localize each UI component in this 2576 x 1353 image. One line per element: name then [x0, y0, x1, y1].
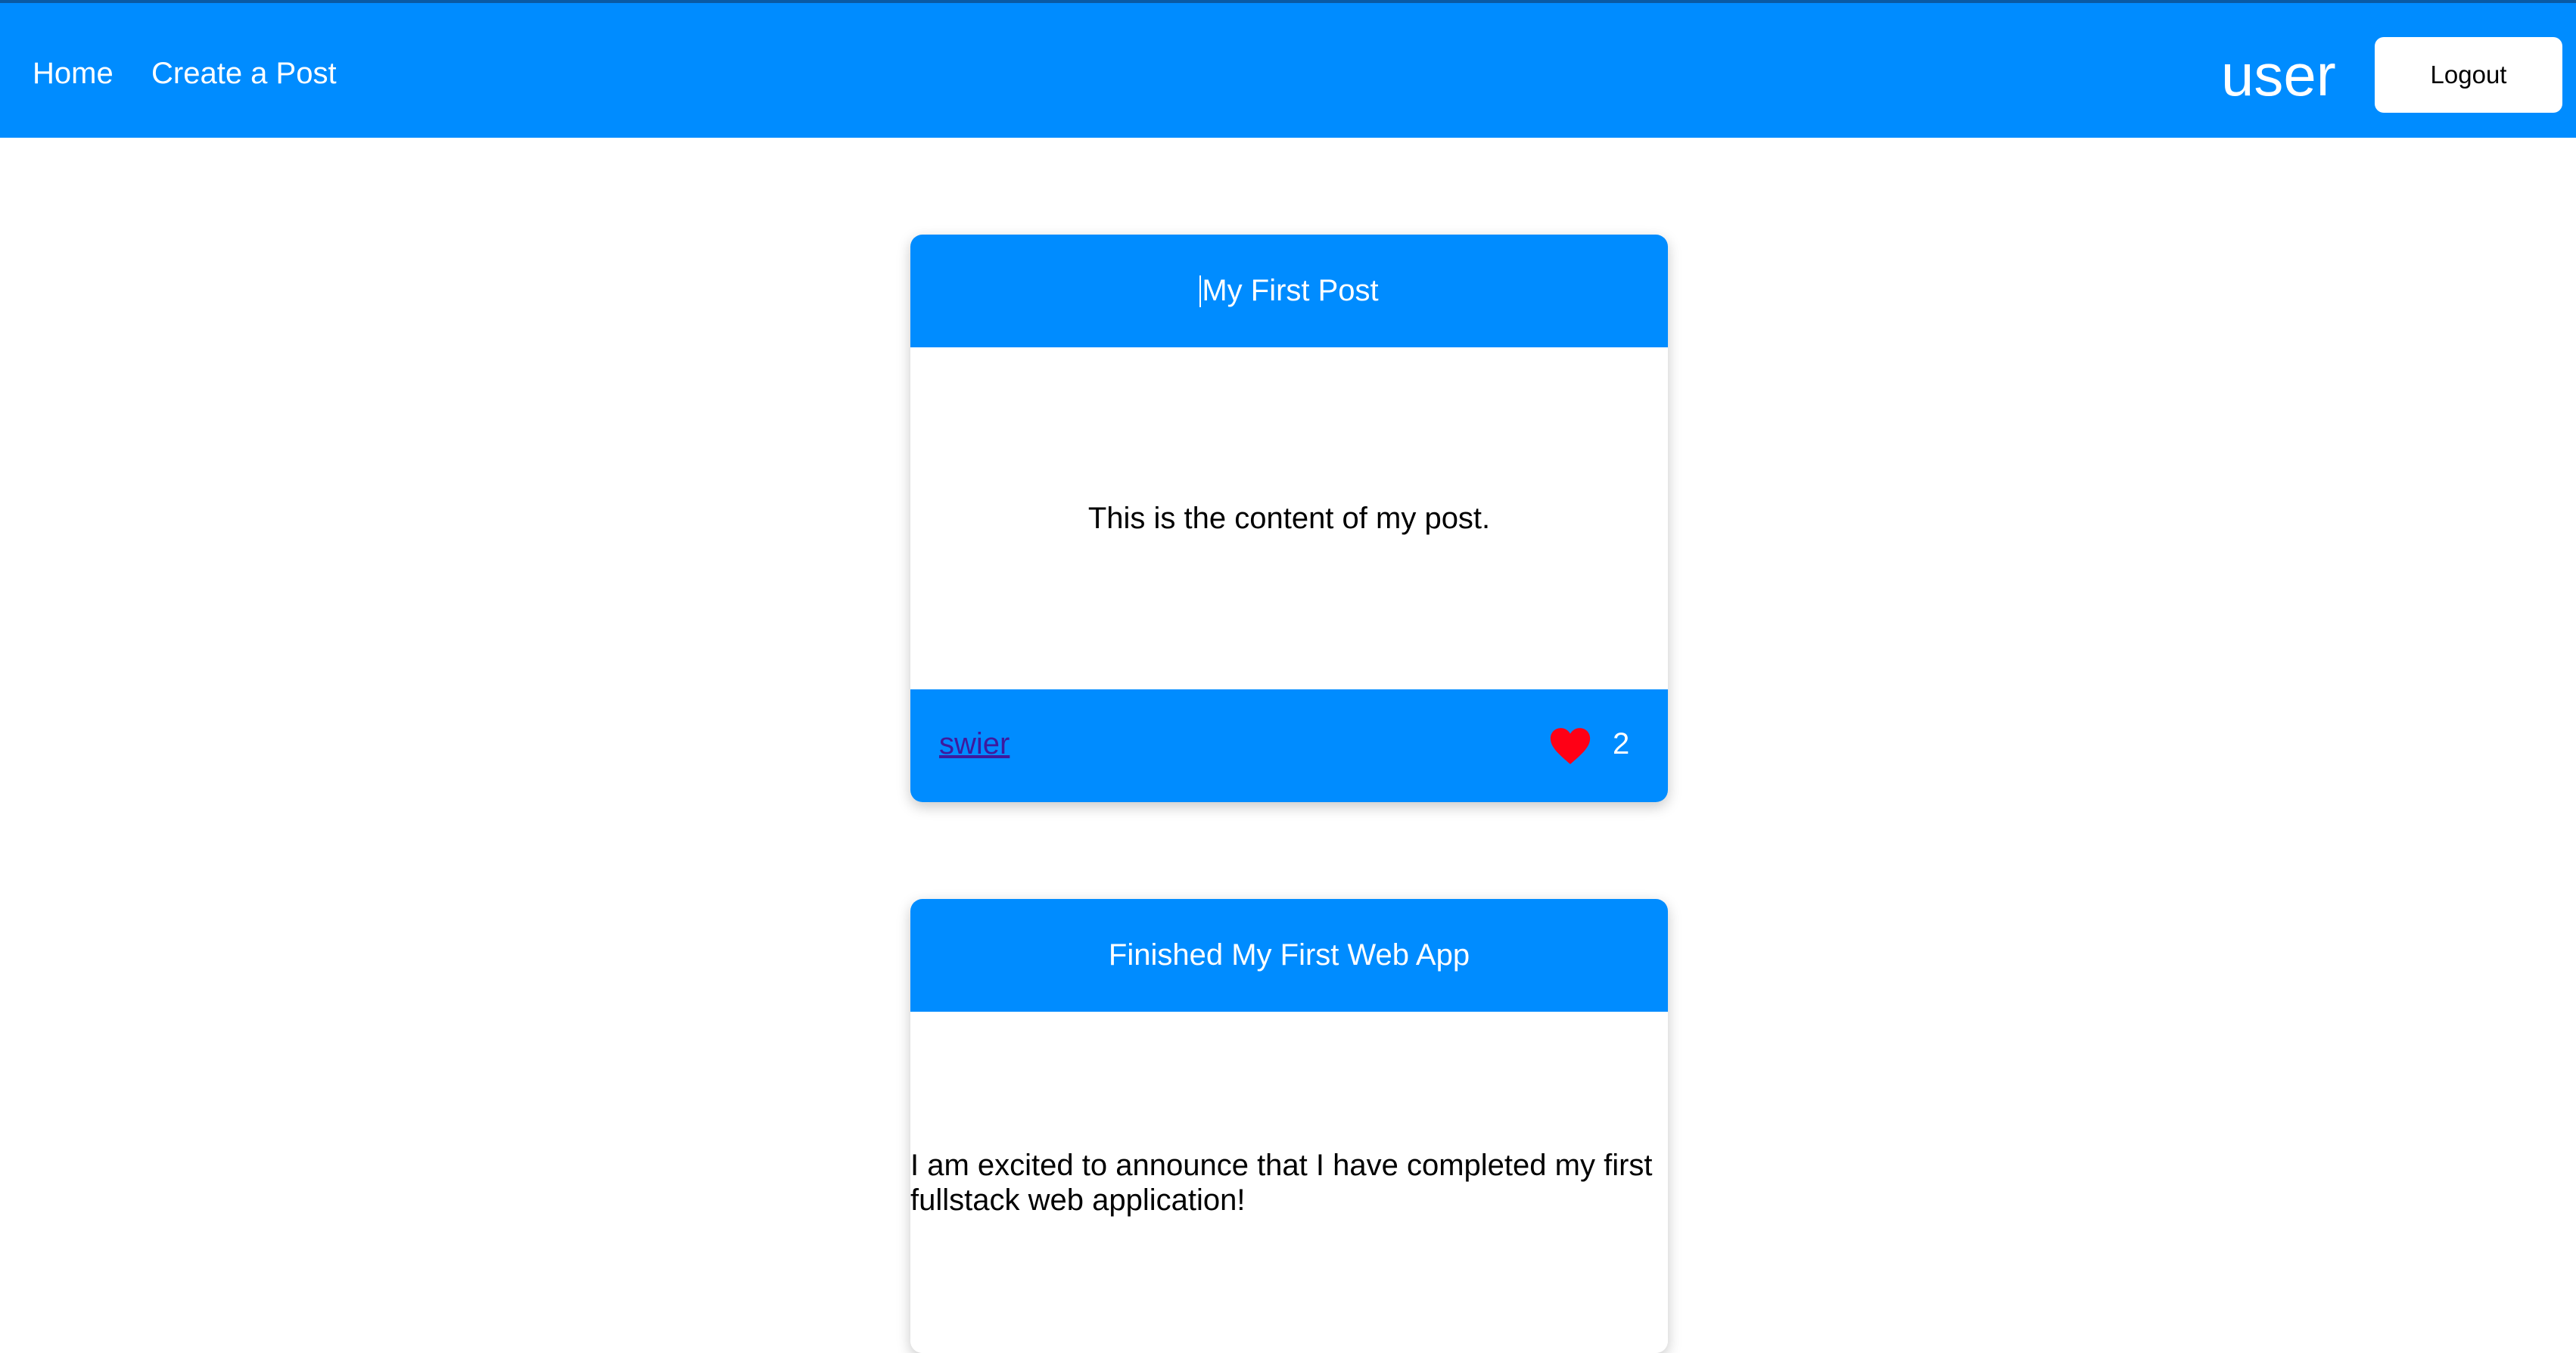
post-footer: swier 2	[910, 689, 1668, 802]
post-card[interactable]: My First Post This is the content of my …	[910, 235, 1668, 802]
post-body: I am excited to announce that I have com…	[910, 1012, 1668, 1353]
nav-create-post-link[interactable]: Create a Post	[151, 54, 337, 92]
post-title: Finished My First Web App	[910, 899, 1668, 1012]
text-cursor	[1199, 275, 1202, 307]
logout-button[interactable]: Logout	[2375, 37, 2562, 113]
post-title-text: My First Post	[1202, 274, 1379, 307]
post-content: I am excited to announce that I have com…	[910, 1148, 1653, 1217]
navbar: Home Create a Post user Logout	[0, 0, 2576, 138]
post-content: This is the content of my post.	[1087, 502, 1491, 535]
nav-home-link[interactable]: Home	[33, 54, 114, 92]
heart-icon[interactable]	[1549, 727, 1591, 765]
post-card[interactable]: Finished My First Web App I am excited t…	[910, 899, 1668, 1353]
like-count: 2	[1613, 727, 1630, 760]
post-title: My First Post	[910, 235, 1668, 347]
username-label: user	[2221, 42, 2336, 108]
post-body: This is the content of my post.	[910, 347, 1668, 689]
post-author-link[interactable]: swier	[939, 727, 1010, 761]
